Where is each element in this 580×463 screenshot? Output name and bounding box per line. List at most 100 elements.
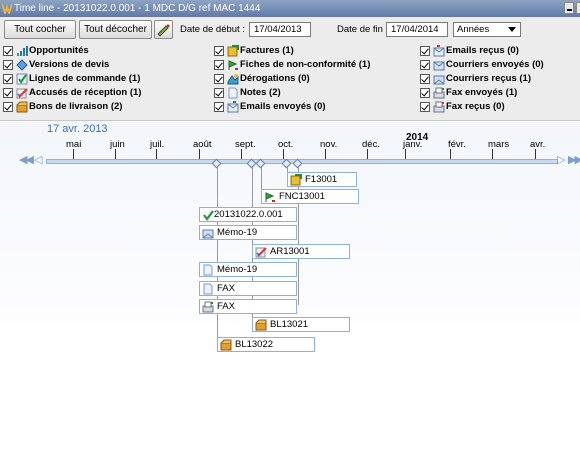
month-tick [535, 149, 536, 159]
filter-label: Lignes de commande (1) [29, 73, 141, 84]
month-label: août [193, 139, 212, 150]
event-delivery-note[interactable]: BL13022 [217, 337, 315, 352]
checkbox[interactable] [214, 88, 224, 98]
pen-tool-button[interactable] [154, 20, 173, 39]
event-note[interactable]: Mémo-19 [199, 262, 297, 277]
event-label: AR13001 [270, 246, 310, 257]
event-label: FAX [217, 301, 235, 312]
filter-label: Fax reçus (0) [446, 101, 505, 112]
receipt-ack-icon [16, 88, 28, 99]
checkbox[interactable] [420, 46, 430, 56]
checkbox[interactable] [3, 88, 13, 98]
timeline-start-date: 17 avr. 2013 [47, 123, 108, 135]
mail-received-icon [202, 229, 214, 239]
note-icon [228, 87, 238, 99]
event-label: BL13022 [235, 339, 274, 350]
month-tick [492, 149, 493, 159]
maximize-button[interactable] [576, 2, 580, 14]
filter-label: Fiches de non-conformité (1) [240, 59, 371, 70]
app-logo-icon [2, 3, 12, 14]
month-tick [73, 149, 74, 159]
quote-version-icon [16, 59, 28, 71]
event-label: BL13021 [270, 319, 309, 330]
filter-label: Notes (2) [240, 87, 281, 98]
event-receipt-ack[interactable]: AR13001 [252, 244, 350, 259]
checkbox[interactable] [420, 74, 430, 84]
checkbox[interactable] [3, 102, 13, 112]
checkbox[interactable] [214, 46, 224, 56]
checkbox[interactable] [420, 102, 430, 112]
mail-received-icon [433, 75, 445, 85]
month-tick [156, 149, 157, 159]
bar-chart-icon [17, 46, 28, 56]
fax-received-icon [433, 101, 445, 113]
connector-line [298, 167, 299, 305]
month-tick [283, 149, 284, 159]
scale-select[interactable]: Années [453, 22, 521, 37]
checkbox[interactable] [214, 60, 224, 70]
event-label: Mémo-19 [217, 264, 258, 275]
order-line-icon [203, 210, 214, 221]
filter-label: Fax envoyés (1) [446, 87, 518, 98]
filter-label: Bons de livraison (2) [29, 101, 123, 112]
receipt-ack-icon [255, 247, 267, 258]
event-label: FAX [217, 283, 235, 294]
event-mail-received[interactable]: Mémo-19 [199, 225, 297, 240]
filter-label: Versions de devis [29, 59, 110, 70]
end-date-field[interactable]: 17/04/2014 [386, 22, 448, 37]
month-tick [450, 149, 451, 159]
event-fax-sent[interactable]: FAX [199, 299, 297, 314]
event-note[interactable]: FAX [199, 281, 297, 296]
nonconformity-flag-icon [265, 192, 275, 202]
scroll-right-fast-icon[interactable]: ▶▶ [568, 153, 580, 166]
fax-sent-icon [433, 87, 445, 99]
derogation-icon [227, 74, 239, 85]
event-delivery-note[interactable]: BL13021 [252, 317, 350, 332]
month-label: avr. [530, 139, 546, 150]
nonconformity-flag-icon [228, 60, 238, 70]
connector-line [217, 167, 218, 345]
checkbox[interactable] [420, 88, 430, 98]
minimize-button[interactable] [564, 2, 574, 14]
timeline-panel[interactable]: 17 avr. 2013 2014 mai juin juil. août se… [0, 120, 580, 463]
filter-label: Accusés de réception (1) [29, 87, 142, 98]
delivery-box-icon [16, 101, 28, 113]
chevron-down-icon [508, 27, 516, 32]
checkbox[interactable] [420, 60, 430, 70]
filter-label: Courriers reçus (1) [446, 73, 532, 84]
event-label: F13001 [305, 174, 338, 185]
event-nonconformity[interactable]: FNC13001 [261, 189, 359, 204]
month-label: sept. [235, 139, 256, 150]
scroll-right-icon[interactable]: ▷ [557, 153, 566, 166]
scale-select-value: Années [457, 24, 490, 35]
event-order-line[interactable]: 20131022.0.001 [199, 207, 297, 222]
month-tick [199, 149, 200, 159]
event-label: 20131022.0.001 [214, 209, 283, 220]
checkbox[interactable] [3, 46, 13, 56]
event-label: FNC13001 [279, 191, 325, 202]
window-title: Time line - 20131022.0.001 - 1 MDC D/G r… [14, 3, 261, 14]
check-all-button[interactable]: Tout cocher [4, 20, 76, 39]
start-date-field[interactable]: 17/04/2013 [249, 22, 311, 37]
month-tick [325, 149, 326, 159]
invoice-icon [290, 174, 302, 186]
checkbox[interactable] [3, 60, 13, 70]
month-label: juil. [150, 139, 165, 150]
checkbox[interactable] [214, 74, 224, 84]
uncheck-all-button[interactable]: Tout décocher [79, 20, 152, 39]
note-icon [203, 283, 213, 295]
month-tick [405, 149, 406, 159]
checkbox[interactable] [3, 74, 13, 84]
month-tick [115, 149, 116, 159]
checkbox[interactable] [214, 102, 224, 112]
month-label: nov. [320, 139, 338, 150]
scroll-left-icon[interactable]: ◁ [34, 153, 43, 166]
delivery-box-icon [255, 319, 267, 331]
month-tick [367, 149, 368, 159]
event-invoice[interactable]: F13001 [287, 172, 357, 187]
month-label: déc. [362, 139, 380, 150]
filter-label: Emails reçus (0) [446, 45, 519, 56]
scroll-left-fast-icon[interactable]: ◀◀ [19, 153, 34, 166]
email-sent-icon [227, 101, 239, 113]
invoice-icon [227, 45, 239, 57]
